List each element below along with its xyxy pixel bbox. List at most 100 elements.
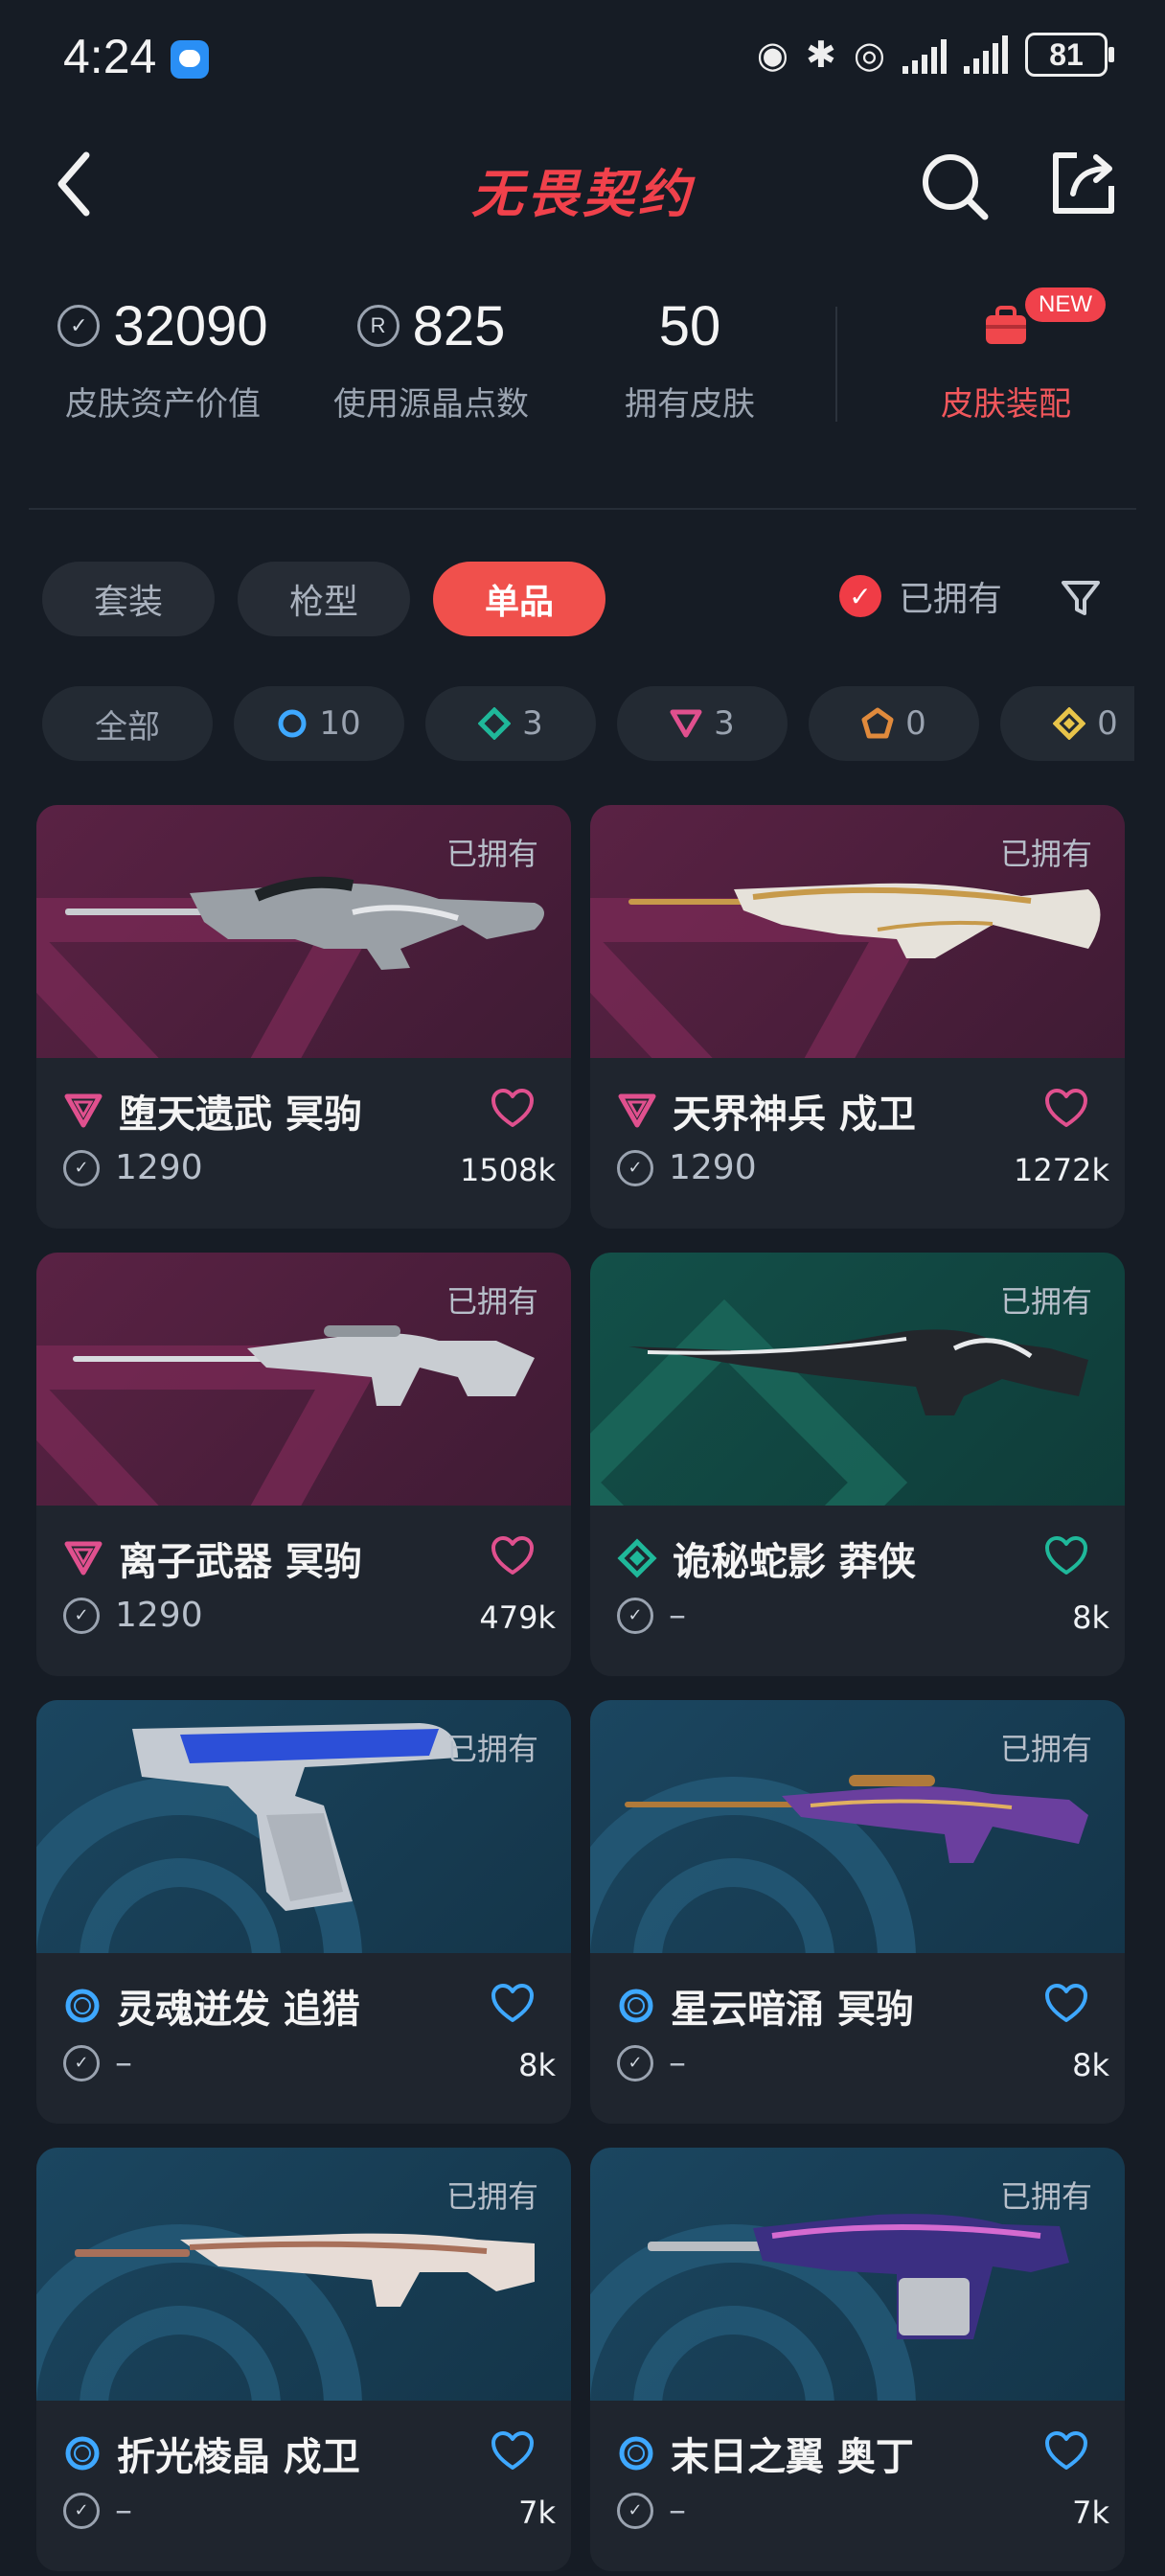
heart-icon[interactable] [491,1536,535,1576]
vp-coin-icon: ✓ [57,305,101,347]
skin-price: 1290 [669,1148,757,1187]
heart-icon[interactable] [1044,1984,1088,2024]
vp-coin-icon: ✓ [63,2492,100,2529]
owned-tag: 已拥有 [445,1283,538,1320]
stat-owned-count: 50 拥有皮肤 [584,288,795,425]
radianite-coin-icon: R [356,305,400,347]
skin-card[interactable]: 已拥有 天界神兵 戍卫 ✓ 1290 1272k [590,805,1125,1229]
price-row: ✓ – [63,2491,132,2530]
tab-bundles[interactable]: 套装 [42,562,215,636]
stat-radianite: R 825 使用源晶点数 [307,288,556,425]
share-icon[interactable] [1048,148,1119,218]
owned-tag: 已拥有 [999,1731,1092,1767]
new-badge: NEW [1025,288,1106,322]
price-row: ✓ – [617,2491,686,2530]
tab-single-items[interactable]: 单品 [433,562,605,636]
price-row: ✓ 1290 [617,1148,757,1187]
skin-image: 已拥有 [36,1700,571,1953]
vp-coin-icon: ✓ [63,1149,100,1186]
loadout-bag-icon [986,306,1026,344]
message-notification-icon [171,40,209,79]
radianite-label: 使用源晶点数 [333,385,529,424]
owned-count: 50 [658,294,721,357]
exclusive-tier-icon [861,707,894,739]
skin-price: 1290 [115,1148,203,1187]
owned-filter-label: 已拥有 [899,580,1003,619]
select-tier-icon [617,1987,655,2025]
skin-price: – [115,2043,132,2082]
owned-filter-toggle[interactable]: ✓ 已拥有 [839,571,1002,621]
premium-tier-icon [617,1092,657,1130]
category-tabs: 套装 枪型 单品 [42,562,605,636]
chip-label: 0 [905,704,926,743]
battery-icon: 81 [1025,33,1114,77]
skin-price: – [669,2491,686,2530]
rarity-filter-chips: 全部 10 3 3 0 0 [42,686,1134,761]
owned-tag: 已拥有 [999,1283,1092,1320]
vp-coin-icon: ✓ [617,1149,653,1186]
heart-icon[interactable] [1044,1536,1088,1576]
owned-tag: 已拥有 [445,1731,538,1767]
signal-2-icon [964,35,1008,74]
chip-select[interactable]: 10 [234,686,404,761]
divider [29,508,1136,510]
price-row: ✓ 1290 [63,1148,203,1187]
skin-card[interactable]: 已拥有 诡秘蛇影 莽侠 ✓ – 8k [590,1253,1125,1676]
premium-tier-icon [670,709,702,738]
like-count: 8k [1072,2047,1109,2083]
skin-card[interactable]: 已拥有末日之翼 奥丁 ✓ – 7k [590,2148,1125,2571]
skin-card[interactable]: 已拥有 堕天遗武 冥驹 ✓ 1290 1508k [36,805,571,1229]
skin-name-row: 天界神兵 戍卫 [617,1083,916,1138]
asset-value-label: 皮肤资产价值 [65,385,261,424]
skin-card[interactable]: 已拥有 灵魂迸发 追猎 ✓ – 8k [36,1700,571,2124]
skin-card[interactable]: 已拥有 折光棱晶 戍卫 ✓ – 7k [36,2148,571,2571]
tab-weapon-type[interactable]: 枪型 [238,562,410,636]
skin-name-row: 离子武器 冥驹 [63,1530,362,1586]
heart-icon[interactable] [491,2431,535,2472]
hotspot-icon: ◎ [853,34,885,76]
skin-price: – [669,2043,686,2082]
status-icons: ◉ ✱ ◎ 81 [756,33,1114,77]
heart-icon[interactable] [491,1984,535,2024]
price-row: ✓ – [617,1596,686,1635]
owned-tag: 已拥有 [999,836,1092,872]
like-count: 7k [518,2495,556,2531]
chip-exclusive[interactable]: 0 [809,686,979,761]
chip-premium[interactable]: 3 [617,686,788,761]
skin-name-row: 堕天遗武 冥驹 [63,1083,362,1138]
heart-icon[interactable] [1044,1089,1088,1129]
skin-name-row: 末日之翼 奥丁 [617,2426,914,2481]
skin-card[interactable]: 已拥有星云暗涌 冥驹 ✓ – 8k [590,1700,1125,2124]
deluxe-tier-icon [617,1538,657,1578]
volte-icon: ◉ [756,34,788,76]
select-tier-icon [278,709,307,738]
chip-ultra[interactable]: 0 [1000,686,1134,761]
chip-label: 3 [714,704,735,743]
skin-image: 已拥有 [590,2148,1125,2401]
heart-icon[interactable] [491,1089,535,1129]
asset-value: 32090 [113,294,268,357]
heart-icon[interactable] [1044,2431,1088,2472]
chip-label: 3 [522,704,543,743]
like-count: 7k [1072,2495,1109,2531]
vp-coin-icon: ✓ [617,2492,653,2529]
divider [835,307,837,422]
vp-coin-icon: ✓ [63,2044,100,2082]
search-icon[interactable] [918,150,991,222]
filter-icon[interactable] [1058,575,1104,621]
stat-asset-value: ✓ 32090 皮肤资产价值 [29,288,297,425]
skin-image: 已拥有 [590,805,1125,1058]
chip-all[interactable]: 全部 [42,686,213,761]
like-count: 1508k [460,1152,556,1188]
skin-name: 灵魂迸发 追猎 [117,1988,360,2032]
select-tier-icon [617,2434,655,2472]
skin-price: – [669,1596,686,1635]
status-bar: 4:24 ◉ ✱ ◎ 81 [0,0,1165,115]
vp-coin-icon: ✓ [617,2044,653,2082]
skin-card[interactable]: 已拥有 离子武器 冥驹 ✓ 1290 479k [36,1253,571,1676]
like-count: 8k [1072,1599,1109,1636]
skin-name: 末日之翼 奥丁 [671,2435,914,2479]
chip-deluxe[interactable]: 3 [425,686,596,761]
skin-price: – [115,2491,132,2530]
skin-name: 星云暗涌 冥驹 [671,1988,914,2032]
